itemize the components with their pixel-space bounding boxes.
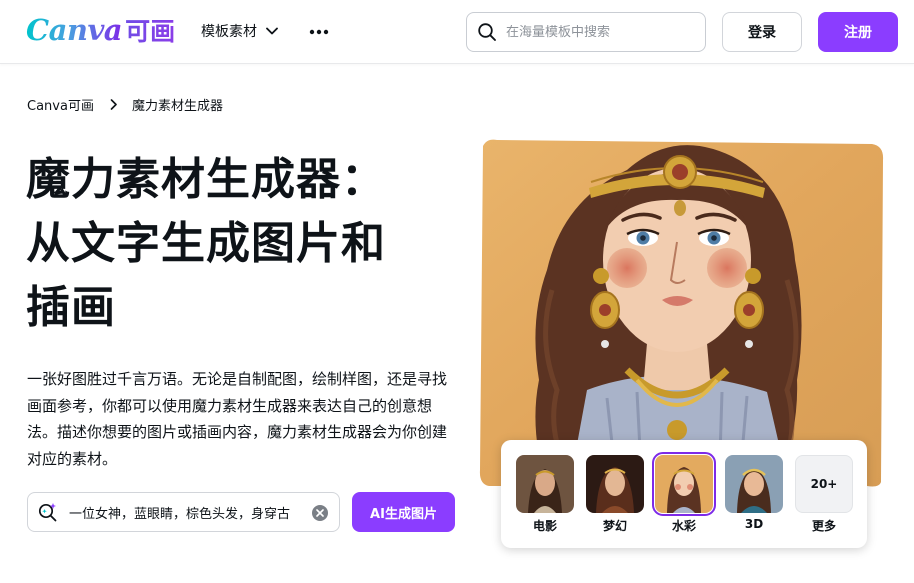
goddess-illustration <box>479 139 884 488</box>
canva-logo[interactable]: Canva 可画 <box>26 12 175 48</box>
prompt-input-box[interactable] <box>27 492 340 532</box>
style-option-label: 梦幻 <box>602 519 627 533</box>
breadcrumb: Canva可画 魔力素材生成器 <box>27 95 223 114</box>
signup-button[interactable]: 注册 <box>818 12 898 52</box>
logo-wordmark: Canva <box>26 13 123 47</box>
prompt-input[interactable] <box>69 504 305 520</box>
page-title: 魔力素材生成器： 从文字生成图片和 插画 <box>26 148 446 340</box>
generate-image-button[interactable]: AI生成图片 <box>352 492 455 532</box>
breadcrumb-current: 魔力素材生成器 <box>131 99 223 114</box>
more-options-button[interactable] <box>306 20 332 44</box>
style-option-label: 更多 <box>811 519 836 533</box>
chevron-down-icon <box>266 27 278 35</box>
close-icon <box>316 509 324 517</box>
style-option-label: 电影 <box>532 519 557 533</box>
style-option-label: 3D <box>744 517 764 531</box>
more-dots-icon <box>309 29 329 35</box>
search-icon <box>478 23 496 41</box>
page-title-line: 插画 <box>26 282 116 333</box>
more-styles-count: 20+ <box>795 455 853 513</box>
style-option-3d[interactable]: 3D <box>725 455 783 531</box>
page-title-line: 魔力素材生成器： <box>26 154 386 205</box>
nav-templates-menu[interactable]: 模板素材 <box>201 21 278 41</box>
portrait-thumbnail-icon <box>516 455 574 513</box>
breadcrumb-home-link[interactable]: Canva可画 <box>27 95 94 114</box>
page-description: 一张好图胜过千言万语。无论是自制配图，绘制样图，还是寻找画面参考，你都可以使用魔… <box>27 370 448 468</box>
login-button[interactable]: 登录 <box>722 12 802 52</box>
style-option-watercolor[interactable]: 水彩 <box>652 452 716 534</box>
style-option-label: 水彩 <box>671 519 696 533</box>
top-header: Canva 可画 模板素材 登录 注册 <box>0 0 914 64</box>
template-search-box[interactable] <box>466 12 706 52</box>
style-picker: 电影 梦幻 水彩 3D 20+ 更多 <box>501 440 867 548</box>
logo-cn-wordmark: 可画 <box>125 12 175 48</box>
page-title-line: 从文字生成图片和 <box>26 218 386 269</box>
style-option-more[interactable]: 20+ 更多 <box>795 455 853 534</box>
portrait-thumbnail-icon <box>725 455 783 513</box>
style-option-fantasy[interactable]: 梦幻 <box>586 455 644 534</box>
nav-templates-label: 模板素材 <box>201 24 257 40</box>
portrait-thumbnail-icon <box>586 455 644 513</box>
clear-input-button[interactable] <box>312 505 328 521</box>
portrait-thumbnail-icon <box>652 452 716 516</box>
chevron-right-icon <box>110 99 118 110</box>
search-input[interactable] <box>506 24 696 40</box>
style-option-film[interactable]: 电影 <box>516 455 574 534</box>
magic-search-icon <box>38 503 57 522</box>
